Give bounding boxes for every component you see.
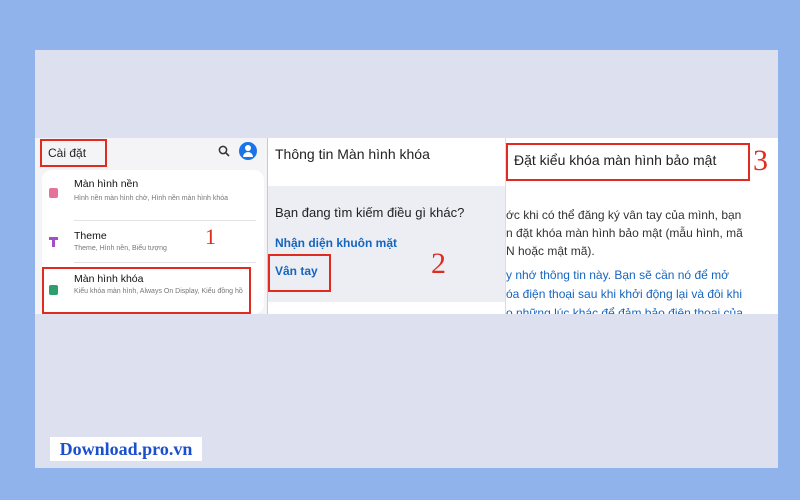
search-icon[interactable] <box>218 145 230 157</box>
body-text-line: o những lúc khác để đảm bảo điện thoại c… <box>506 306 743 314</box>
annotation-box-lockscreen <box>42 267 251 314</box>
step-number-1: 1 <box>205 224 216 249</box>
face-recognition-link[interactable]: Nhận diện khuôn mặt <box>275 236 397 250</box>
item-title: Theme <box>74 230 107 242</box>
item-subtitle: Theme, Hình nền, Biểu tượng <box>74 245 167 252</box>
related-question: Bạn đang tìm kiếm điều gì khác? <box>275 205 465 220</box>
wallpaper-icon <box>49 188 58 198</box>
divider <box>74 220 256 221</box>
item-subtitle: Hình nền màn hình chờ, Hình nền màn hình… <box>74 195 229 202</box>
item-title: Màn hình nền <box>74 178 139 190</box>
step-number-3: 3 <box>753 144 768 177</box>
annotation-box-settings <box>40 139 107 167</box>
body-text-line: ớc khi có thể đăng ký vân tay của mình, … <box>506 208 742 222</box>
body-text-line: y nhớ thông tin này. Bạn sẽ cần nó để mở <box>506 268 729 282</box>
step-number-2: 2 <box>431 247 446 280</box>
lockscreen-info-header: Thông tin Màn hình khóa <box>275 146 430 162</box>
settings-item-theme[interactable]: Theme Theme, Hình nền, Biểu tượng <box>42 224 264 263</box>
body-text-line: n đặt khóa màn hình bảo mật (mẫu hình, m… <box>506 226 743 240</box>
annotation-box-secure-lock <box>506 143 750 181</box>
watermark-logo: Download.pro.vn <box>50 437 202 461</box>
body-text-line: óa điện thoại sau khi khởi động lại và đ… <box>506 287 743 301</box>
settings-item-wallpaper[interactable]: Màn hình nền Hình nền màn hình chờ, Hình… <box>42 170 264 221</box>
body-text-line: N hoặc mật mã). <box>506 244 595 258</box>
theme-icon <box>49 234 58 247</box>
account-avatar-icon[interactable] <box>239 142 257 160</box>
divider <box>74 262 256 263</box>
annotation-box-fingerprint <box>268 254 331 292</box>
screenshot-strip: Cài đặt Màn hình nền Hình nền màn hình c… <box>35 138 778 314</box>
